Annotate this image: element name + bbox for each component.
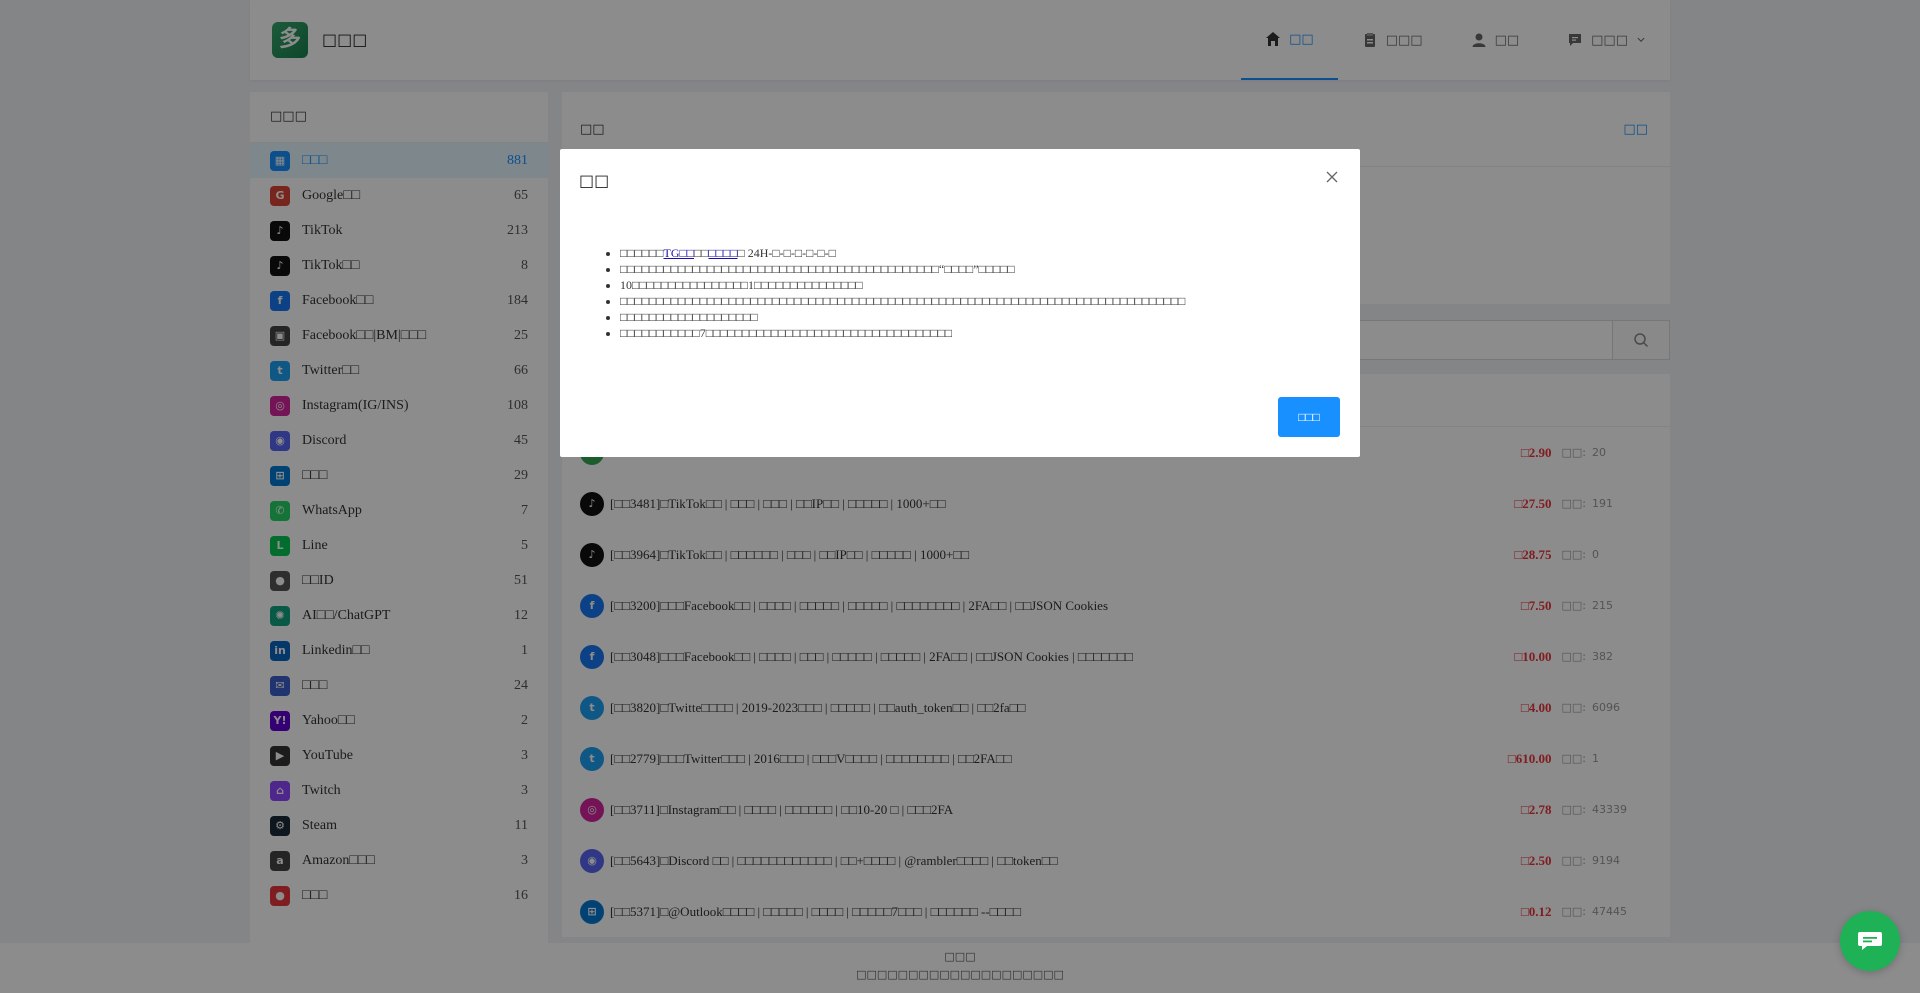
- tg-link[interactable]: TG□□: [664, 246, 695, 260]
- modal-line-1-prefix: □□□□□□: [620, 246, 664, 260]
- modal-line-5: □□□□□□□□□□□□□□□□□□□: [620, 309, 1340, 325]
- service-link[interactable]: □□□□: [709, 246, 738, 260]
- modal-notice-list: □□□□□□TG□□□□□□□□□ 24H-□-□-□-□-□-□ □□□□□□…: [600, 245, 1340, 341]
- modal-line-2: □□□□□□□□□□□□□□□□□□□□□□□□□□□□□□□□□□□□□□□□…: [620, 261, 1340, 277]
- modal-line-1-suffix: □ 24H-□-□-□-□-□-□: [737, 246, 836, 260]
- modal-line-1-mid: □□: [694, 246, 709, 260]
- modal-body: □□□□□□TG□□□□□□□□□ 24H-□-□-□-□-□-□ □□□□□□…: [600, 245, 1340, 341]
- close-button[interactable]: [1322, 167, 1342, 187]
- modal-line-4: □□□□□□□□□□□□□□□□□□□□□□□□□□□□□□□□□□□□□□□□…: [620, 293, 1340, 309]
- confirm-button[interactable]: □□□: [1278, 397, 1340, 437]
- modal-title: □□: [579, 171, 610, 190]
- announcement-modal: □□ □□□□□□TG□□□□□□□□□ 24H-□-□-□-□-□-□ □□□…: [560, 149, 1360, 457]
- modal-line-6: □□□□□□□□□□□7□□□□□□□□□□□□□□□□□□□□□□□□□□□□…: [620, 325, 1340, 341]
- modal-line-3: 10□□□□□□□□□□□□□□□□1□□□□□□□□□□□□□□□: [620, 277, 1340, 293]
- modal-line-1: □□□□□□TG□□□□□□□□□ 24H-□-□-□-□-□-□: [620, 245, 1340, 261]
- close-icon: [1326, 171, 1338, 183]
- chat-button[interactable]: [1840, 911, 1900, 971]
- chat-bubble-icon: [1858, 932, 1882, 950]
